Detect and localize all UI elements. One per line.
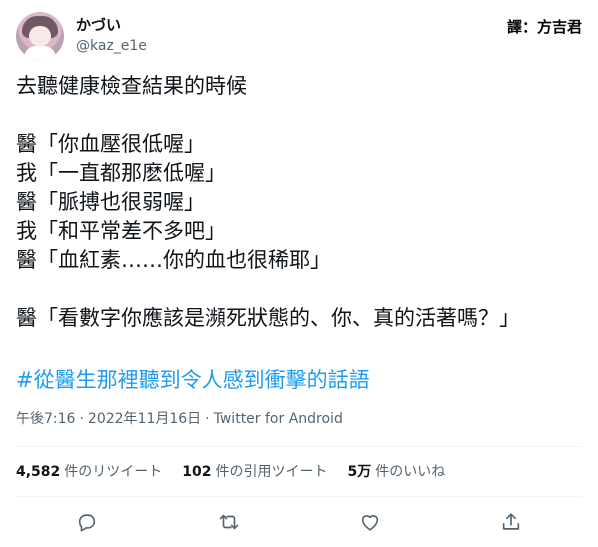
tweet-line: 我「一直都那麽低喔」	[16, 161, 226, 185]
tweet-line: 醫「看數字你應該是瀕死狀態的、你、真的活著嗎？」	[16, 306, 520, 330]
tweet-line: 醫「血紅素……你的血也很稀耶」	[16, 248, 331, 272]
reply-button[interactable]	[69, 504, 105, 540]
tweet-line: 醫「脈搏也很弱喔」	[16, 190, 205, 214]
divider	[16, 446, 582, 447]
avatar[interactable]	[16, 12, 64, 60]
tweet-header: かづい @kaz_e1e 譯：方吉君	[16, 12, 582, 62]
hashtag-link[interactable]: #從醫生那裡聽到令人感到衝擊的話語	[16, 366, 370, 395]
quotes-label: 件の引用ツイート	[215, 464, 328, 480]
retweets-stat[interactable]: 4,582 件のリツイート	[16, 462, 162, 482]
translator-credit: 譯：方吉君	[506, 18, 582, 36]
share-icon	[502, 513, 520, 530]
likes-stat[interactable]: 5万 件のいいね	[348, 462, 446, 482]
quotes-count: 102	[182, 464, 212, 480]
reply-icon	[78, 514, 96, 532]
tweet-line: 醫「你血壓很低喔」	[16, 132, 205, 156]
quotes-stat[interactable]: 102 件の引用ツイート	[182, 462, 327, 482]
tweet-date[interactable]: 2022年11月16日	[88, 411, 201, 427]
tweet-line	[16, 101, 582, 130]
retweets-label: 件のリツイート	[64, 464, 163, 480]
retweet-button[interactable]	[211, 504, 247, 540]
retweets-count: 4,582	[16, 464, 61, 480]
tweet-line: 我「和平常差不多吧」	[16, 219, 226, 243]
tweet-line	[16, 275, 582, 304]
display-name[interactable]: かづい	[76, 15, 147, 35]
avatar-face	[29, 26, 51, 46]
user-handle[interactable]: @kaz_e1e	[76, 36, 147, 56]
share-button[interactable]	[493, 504, 529, 540]
avatar-body	[24, 46, 56, 60]
likes-count: 5万	[347, 464, 372, 480]
tweet-line: 去聽健康檢查結果的時候	[16, 74, 247, 98]
tweet-meta: 午後7:16 · 2022年11月16日 · Twitter for Android	[16, 409, 343, 429]
tweet-client[interactable]: Twitter for Android	[214, 411, 343, 427]
tweet-stats: 4,582 件のリツイート 102 件の引用ツイート 5万 件のいいね	[16, 462, 445, 482]
likes-label: 件のいいね	[375, 464, 446, 480]
action-bar	[16, 504, 582, 540]
author-names[interactable]: かづい @kaz_e1e	[76, 15, 147, 56]
like-button[interactable]	[352, 504, 388, 540]
divider	[16, 496, 582, 497]
heart-icon	[361, 515, 379, 531]
tweet-text: 去聽健康檢查結果的時候 醫「你血壓很低喔」 我「一直都那麽低喔」 醫「脈搏也很弱…	[16, 72, 582, 333]
meta-separator: ·	[205, 411, 210, 427]
meta-separator: ·	[79, 411, 84, 427]
retweet-icon	[219, 514, 239, 530]
tweet-time[interactable]: 午後7:16	[16, 411, 75, 427]
